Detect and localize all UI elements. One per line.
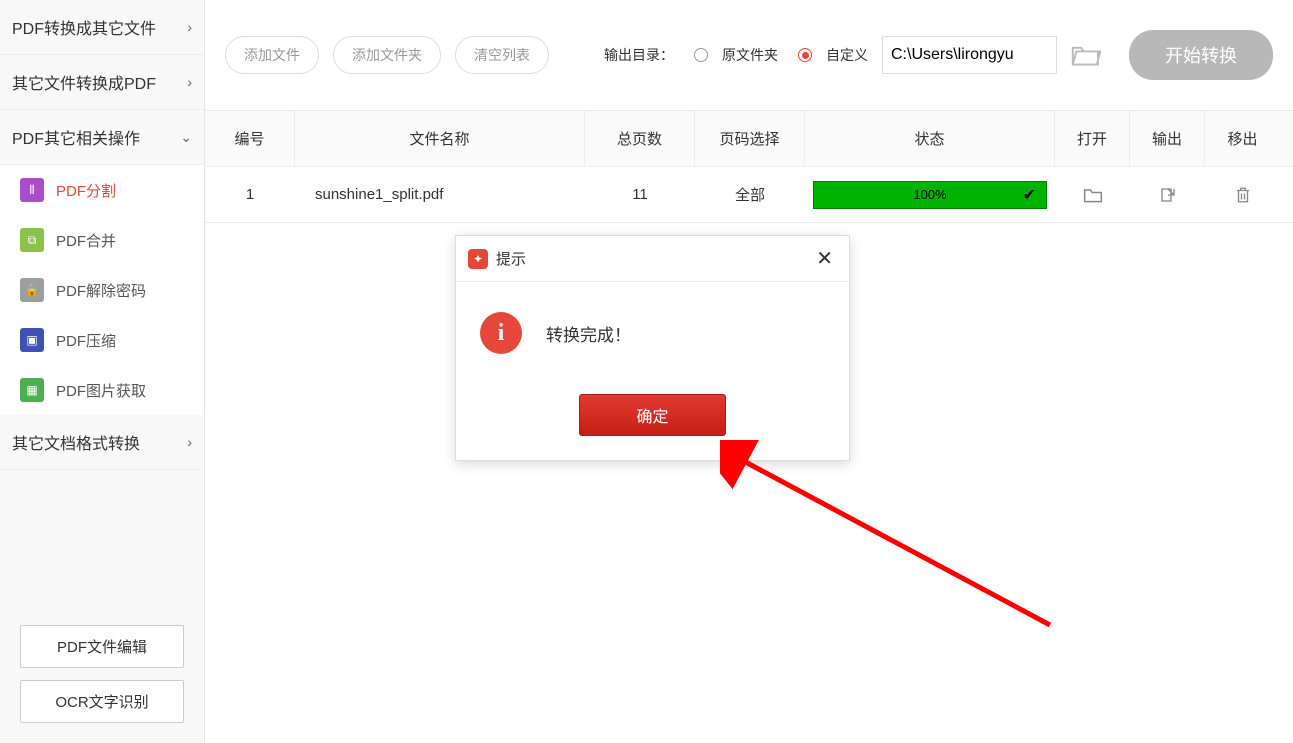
radio-original-label: 原文件夹 <box>722 45 778 65</box>
radio-custom-label: 自定义 <box>826 45 868 65</box>
pdf-edit-button[interactable]: PDF文件编辑 <box>20 625 184 668</box>
nav-sub-list: ⫴ PDF分割 ⧉ PDF合并 🔒 PDF解除密码 ▣ PDF压缩 ▦ PDF图… <box>0 165 204 415</box>
close-icon[interactable]: ✕ <box>812 246 837 271</box>
nav-group-label: PDF其它相关操作 <box>12 125 140 149</box>
app-logo-icon: ✦ <box>468 249 488 269</box>
merge-icon: ⧉ <box>20 228 44 252</box>
dialog-footer: 确定 <box>456 394 849 460</box>
clear-list-button[interactable]: 清空列表 <box>455 36 549 74</box>
nav-item-pdf-split[interactable]: ⫴ PDF分割 <box>0 165 204 215</box>
dialog-message: 转换完成！ <box>546 321 631 346</box>
col-status: 状态 <box>805 111 1055 166</box>
col-open: 打开 <box>1055 111 1130 166</box>
trash-icon <box>1234 185 1252 205</box>
output-dir-label: 输出目录： <box>604 45 674 65</box>
add-folder-button[interactable]: 添加文件夹 <box>333 36 441 74</box>
radio-custom-folder[interactable] <box>798 48 812 62</box>
chevron-right-icon: › <box>187 434 192 450</box>
split-icon: ⫴ <box>20 178 44 202</box>
export-icon <box>1159 186 1177 204</box>
nav-item-label: PDF分割 <box>56 180 116 201</box>
chevron-down-icon: ⌄ <box>180 129 192 146</box>
file-table: 编号 文件名称 总页数 页码选择 状态 打开 输出 移出 1 sunshine1… <box>205 110 1293 223</box>
ok-button[interactable]: 确定 <box>579 394 725 436</box>
sidebar: PDF转换成其它文件 › 其它文件转换成PDF › PDF其它相关操作 ⌄ ⫴ … <box>0 0 205 743</box>
dialog-title: 提示 <box>496 248 526 269</box>
progress-bar: 100% ✔ <box>813 181 1047 209</box>
sidebar-bottom: PDF文件编辑 OCR文字识别 <box>0 605 204 743</box>
cell-pages: 11 <box>585 186 695 203</box>
nav-item-pdf-image-extract[interactable]: ▦ PDF图片获取 <box>0 365 204 415</box>
cell-filename: sunshine1_split.pdf <box>295 186 585 203</box>
chevron-right-icon: › <box>187 74 192 90</box>
cell-output[interactable] <box>1130 186 1205 204</box>
output-path-input[interactable] <box>882 36 1057 74</box>
lock-icon: 🔒 <box>20 278 44 302</box>
info-icon: i <box>480 312 522 354</box>
ocr-button[interactable]: OCR文字识别 <box>20 680 184 723</box>
col-pages: 总页数 <box>585 111 695 166</box>
start-convert-button[interactable]: 开始转换 <box>1129 30 1273 80</box>
nav-group-label: 其它文件转换成PDF <box>12 70 156 94</box>
checkmark-icon: ✔ <box>1023 185 1036 205</box>
table-header: 编号 文件名称 总页数 页码选择 状态 打开 输出 移出 <box>205 111 1293 167</box>
cell-remove[interactable] <box>1205 185 1280 205</box>
dialog-body: i 转换完成！ <box>456 282 849 394</box>
nav-group-pdf-to-other[interactable]: PDF转换成其它文件 › <box>0 0 204 55</box>
col-num: 编号 <box>205 111 295 166</box>
nav-group-other-formats[interactable]: 其它文档格式转换 › <box>0 415 204 470</box>
nav-item-label: PDF解除密码 <box>56 280 146 301</box>
col-remove: 移出 <box>1205 111 1280 166</box>
image-icon: ▦ <box>20 378 44 402</box>
cell-status: 100% ✔ <box>805 181 1055 209</box>
progress-text: 100% <box>824 187 1036 202</box>
cell-open[interactable] <box>1055 186 1130 204</box>
nav-group-label: 其它文档格式转换 <box>12 430 140 454</box>
col-page-sel: 页码选择 <box>695 111 805 166</box>
nav-item-label: PDF图片获取 <box>56 380 146 401</box>
nav-group-label: PDF转换成其它文件 <box>12 15 156 39</box>
compress-icon: ▣ <box>20 328 44 352</box>
chevron-right-icon: › <box>187 19 192 35</box>
col-output: 输出 <box>1130 111 1205 166</box>
cell-page-sel[interactable]: 全部 <box>695 184 805 205</box>
nav-item-pdf-compress[interactable]: ▣ PDF压缩 <box>0 315 204 365</box>
nav-item-label: PDF压缩 <box>56 330 116 351</box>
nav-item-pdf-merge[interactable]: ⧉ PDF合并 <box>0 215 204 265</box>
dialog-header: ✦ 提示 ✕ <box>456 236 849 282</box>
nav-group-other-to-pdf[interactable]: 其它文件转换成PDF › <box>0 55 204 110</box>
nav-group-pdf-ops[interactable]: PDF其它相关操作 ⌄ <box>0 110 204 165</box>
open-folder-icon <box>1083 186 1103 204</box>
add-file-button[interactable]: 添加文件 <box>225 36 319 74</box>
nav-item-pdf-unlock[interactable]: 🔒 PDF解除密码 <box>0 265 204 315</box>
alert-dialog: ✦ 提示 ✕ i 转换完成！ 确定 <box>455 235 850 461</box>
radio-original-folder[interactable] <box>694 48 708 62</box>
nav-item-label: PDF合并 <box>56 230 116 251</box>
toolbar: 添加文件 添加文件夹 清空列表 输出目录： 原文件夹 自定义 开始转换 <box>205 0 1293 110</box>
cell-num: 1 <box>205 186 295 203</box>
table-row: 1 sunshine1_split.pdf 11 全部 100% ✔ <box>205 167 1293 223</box>
col-name: 文件名称 <box>295 111 585 166</box>
folder-icon[interactable] <box>1071 43 1101 67</box>
